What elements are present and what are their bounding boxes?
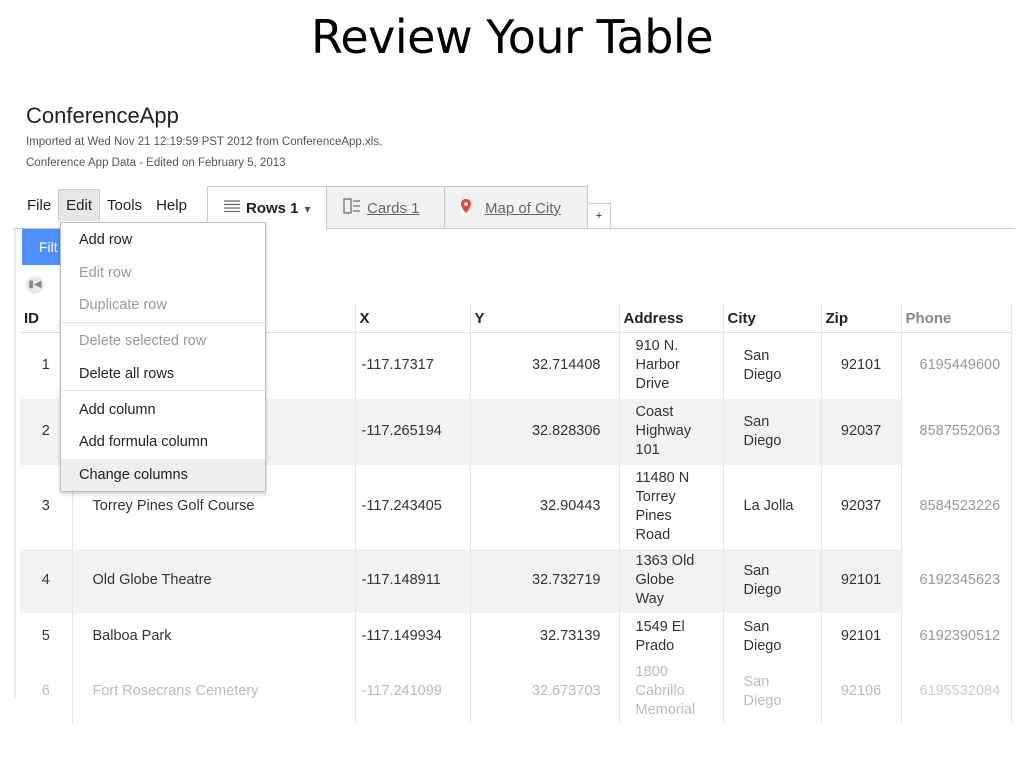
- menu-bar: File Edit Tools Help: [20, 188, 194, 222]
- first-page-icon[interactable]: ▮◀: [26, 276, 44, 294]
- table-row[interactable]: 5 Balboa Park -117.149934 32.73139 1549 …: [20, 612, 1012, 661]
- cell-city: San Diego: [723, 612, 822, 661]
- cell-x: -117.241099: [355, 660, 471, 723]
- slide-title: Review Your Table: [310, 10, 714, 64]
- rows-icon: [224, 199, 240, 218]
- cell-address: 1363 Old Globe Way: [619, 548, 724, 613]
- tab-map[interactable]: Map of City: [444, 186, 588, 229]
- cell-x: -117.148911: [355, 548, 471, 613]
- chevron-down-icon[interactable]: ▾: [305, 202, 311, 216]
- menu-tools[interactable]: Tools: [100, 190, 149, 221]
- cell-y: 32.714408: [470, 332, 620, 399]
- table-row[interactable]: 4 Old Globe Theatre -117.148911 32.73271…: [20, 548, 1012, 613]
- menu-item-add-row[interactable]: Add row: [61, 224, 265, 256]
- cell-phone: 8584523226: [901, 464, 1012, 549]
- column-header-phone[interactable]: Phone: [901, 304, 1012, 333]
- import-info: Imported at Wed Nov 21 12:19:59 PST 2012…: [26, 136, 383, 148]
- menu-item-delete-selected-row[interactable]: Delete selected row: [61, 325, 265, 357]
- column-header-city[interactable]: City: [723, 304, 822, 333]
- cell-phone: 6195532084: [901, 660, 1012, 723]
- menu-file[interactable]: File: [20, 190, 58, 221]
- app-title: ConferenceApp: [26, 103, 179, 128]
- cell-y: 32.732719: [470, 548, 620, 613]
- menu-edit[interactable]: Edit: [58, 189, 101, 221]
- map-pin-icon: [461, 198, 471, 218]
- cell-zip: 92101: [821, 332, 902, 399]
- menu-item-add-column[interactable]: Add column: [61, 394, 265, 426]
- cell-phone: 6192390512: [901, 612, 1012, 661]
- tab-map-label: Map of City: [485, 199, 561, 217]
- cell-address: 910 N. Harbor Drive: [619, 332, 724, 399]
- cell-zip: 92037: [821, 398, 902, 465]
- cell-x: -117.149934: [355, 612, 471, 661]
- cell-x: -117.243405: [355, 464, 471, 549]
- column-header-x[interactable]: X: [355, 304, 471, 333]
- cell-zip: 92106: [821, 660, 902, 723]
- cell-city: San Diego: [723, 548, 822, 613]
- tab-rows-label: Rows 1: [246, 200, 299, 217]
- cell-x: -117.265194: [355, 398, 471, 465]
- menu-item-add-formula-column[interactable]: Add formula column: [61, 426, 265, 458]
- cell-zip: 92101: [821, 548, 902, 613]
- menu-item-delete-all-rows[interactable]: Delete all rows: [61, 358, 265, 390]
- cell-name: Fort Rosecrans Cemetery: [72, 660, 356, 723]
- column-header-address[interactable]: Address: [619, 304, 724, 333]
- cell-zip: 92101: [821, 612, 902, 661]
- cell-y: 32.90443: [470, 464, 620, 549]
- cell-id: 6: [20, 660, 73, 723]
- cell-address: 1549 El Prado: [619, 612, 724, 661]
- cell-city: San Diego: [723, 332, 822, 399]
- cell-y: 32.73139: [470, 612, 620, 661]
- cell-address: 11480 N Torrey Pines Road: [619, 464, 724, 549]
- cell-phone: 6192345623: [901, 548, 1012, 613]
- add-tab-button[interactable]: +: [587, 203, 611, 228]
- cell-zip: 92037: [821, 464, 902, 549]
- menu-item-edit-row[interactable]: Edit row: [61, 257, 265, 289]
- menu-item-change-columns[interactable]: Change columns: [61, 459, 265, 491]
- menu-help[interactable]: Help: [149, 190, 194, 221]
- cards-icon: [343, 197, 361, 219]
- cell-y: 32.673703: [470, 660, 620, 723]
- cell-address: Coast Highway 101: [619, 398, 724, 465]
- cell-name: Balboa Park: [72, 612, 356, 661]
- cell-city: San Diego: [723, 660, 822, 723]
- cell-x: -117.17317: [355, 332, 471, 399]
- edit-menu-dropdown: Add row Edit row Duplicate row Delete se…: [60, 222, 266, 492]
- cell-city: La Jolla: [723, 464, 822, 549]
- cell-name: Old Globe Theatre: [72, 548, 356, 613]
- column-header-y[interactable]: Y: [470, 304, 620, 333]
- cell-y: 32.828306: [470, 398, 620, 465]
- cell-city: San Diego: [723, 398, 822, 465]
- column-header-zip[interactable]: Zip: [821, 304, 902, 333]
- cell-phone: 8587552063: [901, 398, 1012, 465]
- menu-item-duplicate-row[interactable]: Duplicate row: [61, 289, 265, 321]
- table-description: Conference App Data - Edited on February…: [26, 157, 286, 169]
- table-row[interactable]: 6 Fort Rosecrans Cemetery -117.241099 32…: [20, 660, 1012, 723]
- cell-address: 1800 Cabrillo Memorial: [619, 660, 724, 723]
- menu-separator: [61, 322, 265, 323]
- panel-edge: [14, 229, 16, 699]
- tab-cards[interactable]: Cards 1: [326, 186, 445, 229]
- cell-id: 4: [20, 548, 73, 613]
- cell-phone: 6195449600: [901, 332, 1012, 399]
- menu-separator: [61, 390, 265, 391]
- tab-cards-label: Cards 1: [367, 199, 420, 217]
- cell-id: 5: [20, 612, 73, 661]
